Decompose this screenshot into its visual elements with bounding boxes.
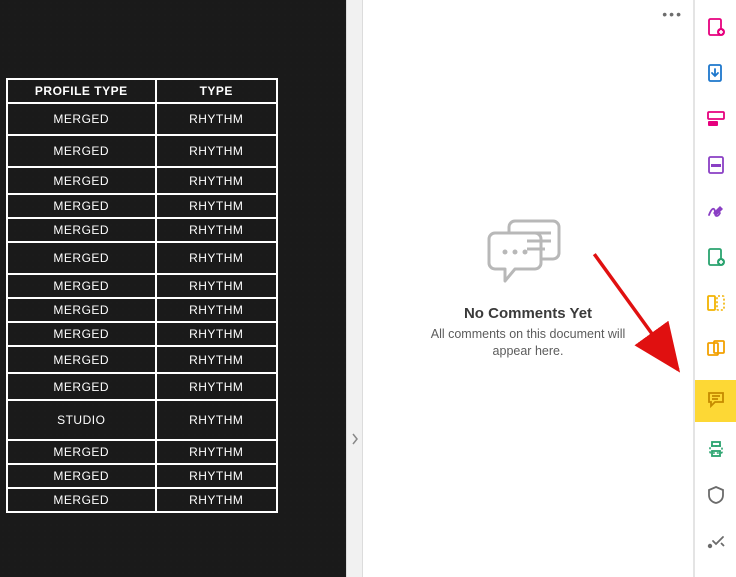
table-row: MergedRhythm <box>7 242 277 274</box>
comments-empty-icon <box>485 215 571 287</box>
cell-profile-type: Merged <box>7 167 156 194</box>
expand-chevron-icon[interactable] <box>350 430 360 448</box>
sign-icon <box>706 201 726 226</box>
cell-type: Rhythm <box>156 194 278 218</box>
cell-type: Rhythm <box>156 400 278 440</box>
cell-profile-type: Merged <box>7 194 156 218</box>
tools-rail <box>694 0 736 577</box>
comments-panel: ••• No Comments Yet All comments on this… <box>363 0 694 577</box>
table-row: MergedRhythm <box>7 103 277 135</box>
cell-type: Rhythm <box>156 135 278 167</box>
more-tools-tool[interactable] <box>703 530 729 556</box>
cell-profile-type: Merged <box>7 464 156 488</box>
create-pdf-tool[interactable] <box>703 16 729 42</box>
cell-type: Rhythm <box>156 373 278 400</box>
sign-tool[interactable] <box>703 200 729 226</box>
cell-type: Rhythm <box>156 167 278 194</box>
cell-profile-type: Merged <box>7 346 156 373</box>
cell-type: Rhythm <box>156 103 278 135</box>
cell-profile-type: Merged <box>7 135 156 167</box>
cell-type: Rhythm <box>156 440 278 464</box>
cell-type: Rhythm <box>156 322 278 346</box>
cell-profile-type: Merged <box>7 274 156 298</box>
table-row: MergedRhythm <box>7 373 277 400</box>
table-row: MergedRhythm <box>7 135 277 167</box>
cell-profile-type: Merged <box>7 373 156 400</box>
cell-profile-type: Merged <box>7 103 156 135</box>
table-row: MergedRhythm <box>7 488 277 512</box>
print-icon <box>706 439 726 464</box>
redact-icon <box>706 155 726 180</box>
cell-type: Rhythm <box>156 346 278 373</box>
empty-subtitle: All comments on this document will appea… <box>431 326 626 360</box>
edit-pdf-icon <box>706 109 726 134</box>
redact-tool[interactable] <box>703 154 729 180</box>
cell-profile-type: Merged <box>7 242 156 274</box>
table-row: StudioRhythm <box>7 400 277 440</box>
header-profile-type: Profile Type <box>7 79 156 103</box>
cell-type: Rhythm <box>156 298 278 322</box>
export-pdf-icon <box>706 63 726 88</box>
cell-profile-type: Merged <box>7 298 156 322</box>
print-tool[interactable] <box>703 438 729 464</box>
empty-title: No Comments Yet <box>464 305 592 322</box>
profile-table: Profile Type Type MergedRhythmMergedRhyt… <box>6 78 278 513</box>
compare-icon <box>706 293 726 318</box>
table-row: MergedRhythm <box>7 194 277 218</box>
cell-type: Rhythm <box>156 242 278 274</box>
cell-type: Rhythm <box>156 464 278 488</box>
table-row: MergedRhythm <box>7 440 277 464</box>
organize-icon <box>706 247 726 272</box>
cell-profile-type: Merged <box>7 218 156 242</box>
create-pdf-icon <box>706 17 726 42</box>
cell-profile-type: Merged <box>7 440 156 464</box>
organize-tool[interactable] <box>703 246 729 272</box>
table-row: MergedRhythm <box>7 298 277 322</box>
table-row: MergedRhythm <box>7 167 277 194</box>
table-row: MergedRhythm <box>7 218 277 242</box>
cell-profile-type: Merged <box>7 322 156 346</box>
edit-pdf-tool[interactable] <box>703 108 729 134</box>
cell-type: Rhythm <box>156 488 278 512</box>
table-row: MergedRhythm <box>7 464 277 488</box>
cell-profile-type: Merged <box>7 488 156 512</box>
combine-tool[interactable] <box>703 338 729 364</box>
comment-icon <box>706 389 726 414</box>
more-tools-icon <box>706 531 726 556</box>
table-row: MergedRhythm <box>7 274 277 298</box>
export-pdf-tool[interactable] <box>703 62 729 88</box>
protect-tool[interactable] <box>703 484 729 510</box>
protect-icon <box>706 485 726 510</box>
cell-type: Rhythm <box>156 218 278 242</box>
header-type: Type <box>156 79 278 103</box>
compare-tool[interactable] <box>703 292 729 318</box>
table-row: MergedRhythm <box>7 322 277 346</box>
cell-profile-type: Studio <box>7 400 156 440</box>
cell-type: Rhythm <box>156 274 278 298</box>
pdf-page: Profile Type Type MergedRhythmMergedRhyt… <box>0 0 346 577</box>
panel-options-button[interactable]: ••• <box>662 6 683 22</box>
panel-collapse-strip[interactable] <box>346 0 363 577</box>
table-row: MergedRhythm <box>7 346 277 373</box>
combine-icon <box>706 339 726 364</box>
comment-tool[interactable] <box>695 380 736 422</box>
